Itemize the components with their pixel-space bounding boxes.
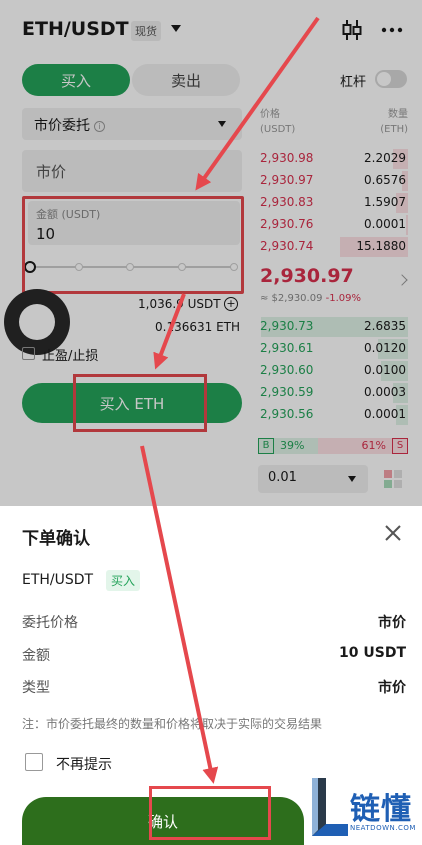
brand-domain: NEATDOWN.COM bbox=[350, 824, 416, 832]
trade-screen: ETH/USDT 现货 买入 卖出 杠杆 市价委托 i 市价 金额 (USDT) … bbox=[0, 0, 422, 845]
row-label-price: 委托价格 bbox=[22, 615, 78, 631]
no-remind-checkbox[interactable] bbox=[25, 753, 43, 771]
row-label-type: 类型 bbox=[22, 680, 50, 696]
no-remind-label[interactable]: 不再提示 bbox=[56, 754, 112, 774]
row-value-amount: 10 USDT bbox=[339, 645, 406, 661]
dim-overlay[interactable] bbox=[0, 0, 422, 506]
sheet-title: 下单确认 bbox=[22, 529, 90, 549]
row-value-type: 市价 bbox=[378, 680, 406, 696]
highlight-box-confirm bbox=[149, 786, 271, 840]
brand-name: 链懂 bbox=[350, 792, 412, 827]
confirm-side-badge: 买入 bbox=[106, 570, 141, 591]
row-label-amount: 金额 bbox=[22, 648, 50, 664]
row-value-price: 市价 bbox=[378, 615, 406, 631]
market-order-note: 注：市价委托最终的数量和价格将取决于实际的交易结果 bbox=[22, 717, 323, 731]
close-icon[interactable] bbox=[383, 523, 403, 543]
confirm-pair: ETH/USDT bbox=[22, 572, 94, 588]
brand-logo-icon bbox=[312, 778, 348, 836]
